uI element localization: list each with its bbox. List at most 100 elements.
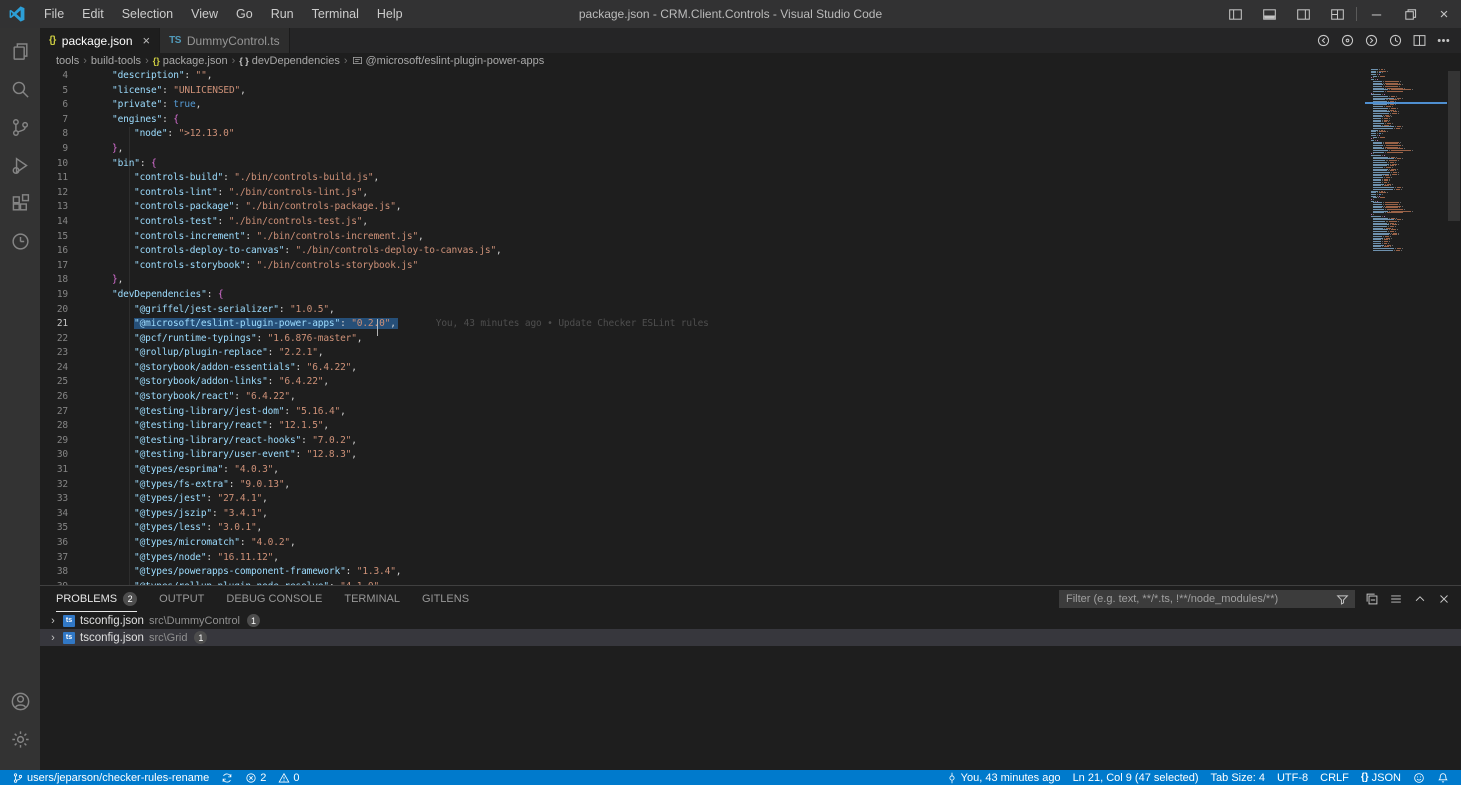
problem-row[interactable]: ›tstsconfig.jsonsrc\DummyControl1	[40, 612, 1461, 629]
close-panel-icon[interactable]	[1435, 590, 1453, 608]
code-line-6[interactable]: 6"private": true,	[40, 98, 1369, 113]
code-line-28[interactable]: 28"@testing-library/react": "12.1.5",	[40, 419, 1369, 434]
menu-terminal[interactable]: Terminal	[304, 4, 367, 24]
status-commit[interactable]: You, 43 minutes ago	[940, 770, 1067, 785]
breadcrumb-item[interactable]: build-tools	[91, 55, 141, 67]
tab-dummycontrol-ts[interactable]: TSDummyControl.ts	[160, 28, 289, 53]
problems-filter-input[interactable]	[1060, 593, 1336, 605]
code-line-16[interactable]: 16"controls-deploy-to-canvas": "./bin/co…	[40, 244, 1369, 259]
menu-go[interactable]: Go	[228, 4, 261, 24]
code-line-32[interactable]: 32"@types/fs-extra": "9.0.13",	[40, 478, 1369, 493]
code-line-34[interactable]: 34"@types/jszip": "3.4.1",	[40, 507, 1369, 522]
code-line-25[interactable]: 25"@storybook/addon-links": "6.4.22",	[40, 375, 1369, 390]
code-line-19[interactable]: 19"devDependencies": {	[40, 288, 1369, 303]
source-control-icon[interactable]	[0, 108, 40, 146]
panel-tab-gitlens[interactable]: GITLENS	[422, 586, 469, 612]
run-and-debug-icon[interactable]	[0, 146, 40, 184]
code-line-27[interactable]: 27"@testing-library/jest-dom": "5.16.4",	[40, 405, 1369, 420]
status-ln-21-col-9-47-selected-[interactable]: Ln 21, Col 9 (47 selected)	[1067, 770, 1205, 785]
code-line-18[interactable]: 18},	[40, 273, 1369, 288]
status-feedback[interactable]	[1407, 770, 1431, 785]
breadcrumb-item[interactable]: { }devDependencies	[239, 55, 340, 67]
search-icon[interactable]	[0, 70, 40, 108]
code-line-36[interactable]: 36"@types/micromatch": "4.0.2",	[40, 536, 1369, 551]
panel-tab-problems[interactable]: PROBLEMS2	[56, 586, 137, 612]
close-icon[interactable]: ×	[1427, 0, 1461, 28]
menu-file[interactable]: File	[36, 4, 72, 24]
breadcrumb-item[interactable]: @microsoft/eslint-plugin-power-apps	[352, 55, 545, 67]
minimize-icon[interactable]	[1359, 0, 1393, 28]
file-history-icon[interactable]	[1385, 31, 1405, 51]
code-line-15[interactable]: 15"controls-increment": "./bin/controls-…	[40, 230, 1369, 245]
code-line-20[interactable]: 20"@griffel/jest-serializer": "1.0.5",	[40, 303, 1369, 318]
collapse-all-icon[interactable]	[1363, 590, 1381, 608]
filter-icon[interactable]	[1336, 593, 1354, 606]
panel-tab-output[interactable]: OUTPUT	[159, 586, 204, 612]
view-menu-icon[interactable]	[1387, 590, 1405, 608]
code-line-8[interactable]: 8"node": ">12.13.0"	[40, 127, 1369, 142]
code-line-35[interactable]: 35"@types/less": "3.0.1",	[40, 521, 1369, 536]
restore-icon[interactable]	[1393, 0, 1427, 28]
extensions-icon[interactable]	[0, 184, 40, 222]
code-line-17[interactable]: 17"controls-storybook": "./bin/controls-…	[40, 259, 1369, 274]
tab-package-json[interactable]: {}package.json×	[40, 28, 160, 53]
toggle-primary-sidebar-icon[interactable]	[1218, 0, 1252, 28]
status-warning[interactable]: 0	[272, 770, 305, 785]
code-line-21[interactable]: 21"@microsoft/eslint-plugin-power-apps":…	[40, 317, 1369, 332]
accounts-icon[interactable]	[0, 682, 40, 720]
status-sync[interactable]	[215, 770, 239, 785]
code-line-13[interactable]: 13"controls-package": "./bin/controls-pa…	[40, 200, 1369, 215]
breadcrumb-item[interactable]: tools	[56, 55, 79, 67]
code-line-29[interactable]: 29"@testing-library/react-hooks": "7.0.2…	[40, 434, 1369, 449]
open-changes-icon[interactable]	[1337, 31, 1357, 51]
toggle-panel-icon[interactable]	[1252, 0, 1286, 28]
customize-layout-icon[interactable]	[1320, 0, 1354, 28]
code-line-9[interactable]: 9},	[40, 142, 1369, 157]
code-line-24[interactable]: 24"@storybook/addon-essentials": "6.4.22…	[40, 361, 1369, 376]
code-line-39[interactable]: 39"@types/rollup-plugin-node-resolve": "…	[40, 580, 1369, 585]
status-utf-8[interactable]: UTF-8	[1271, 770, 1314, 785]
code-line-10[interactable]: 10"bin": {	[40, 157, 1369, 172]
status-tab-size-4[interactable]: Tab Size: 4	[1205, 770, 1271, 785]
code-line-38[interactable]: 38"@types/powerapps-component-framework"…	[40, 565, 1369, 580]
code-line-11[interactable]: 11"controls-build": "./bin/controls-buil…	[40, 171, 1369, 186]
split-editor-icon[interactable]	[1409, 31, 1429, 51]
code-line-12[interactable]: 12"controls-lint": "./bin/controls-lint.…	[40, 186, 1369, 201]
code-line-26[interactable]: 26"@storybook/react": "6.4.22",	[40, 390, 1369, 405]
close-tab-icon[interactable]: ×	[143, 33, 151, 48]
menu-selection[interactable]: Selection	[114, 4, 181, 24]
problem-row[interactable]: ›tstsconfig.jsonsrc\Grid1	[40, 629, 1461, 646]
code-line-33[interactable]: 33"@types/jest": "27.4.1",	[40, 492, 1369, 507]
menu-edit[interactable]: Edit	[74, 4, 112, 24]
toggle-secondary-sidebar-icon[interactable]	[1286, 0, 1320, 28]
chevron-right-icon[interactable]: ›	[48, 615, 58, 627]
menu-run[interactable]: Run	[263, 4, 302, 24]
more-actions-icon[interactable]	[1433, 31, 1453, 51]
minimap[interactable]	[1369, 69, 1447, 585]
panel-tab-debug-console[interactable]: DEBUG CONSOLE	[226, 586, 322, 612]
code-line-30[interactable]: 30"@testing-library/user-event": "12.8.3…	[40, 448, 1369, 463]
menu-view[interactable]: View	[183, 4, 226, 24]
code-line-14[interactable]: 14"controls-test": "./bin/controls-test.…	[40, 215, 1369, 230]
settings-icon[interactable]	[0, 720, 40, 758]
code-line-7[interactable]: 7"engines": {	[40, 113, 1369, 128]
status-braces[interactable]: {}JSON	[1355, 770, 1407, 785]
chevron-right-icon[interactable]: ›	[48, 632, 58, 644]
panel-tab-terminal[interactable]: TERMINAL	[344, 586, 400, 612]
code-line-5[interactable]: 5"license": "UNLICENSED",	[40, 84, 1369, 99]
explorer-icon[interactable]	[0, 32, 40, 70]
status-bell[interactable]	[1431, 770, 1455, 785]
breadcrumb-item[interactable]: {}package.json	[153, 55, 228, 67]
code-line-37[interactable]: 37"@types/node": "16.11.12",	[40, 551, 1369, 566]
code-line-22[interactable]: 22"@pcf/runtime-typings": "1.6.876-maste…	[40, 332, 1369, 347]
code-line-4[interactable]: 4"description": "",	[40, 69, 1369, 84]
code-line-23[interactable]: 23"@rollup/plugin-replace": "2.2.1",	[40, 346, 1369, 361]
gitlens-icon[interactable]	[0, 222, 40, 260]
status-git-branch[interactable]: users/jeparson/checker-rules-rename	[6, 770, 215, 785]
scrollbar-thumb[interactable]	[1448, 71, 1460, 221]
navigate-next-change-icon[interactable]	[1361, 31, 1381, 51]
maximize-panel-icon[interactable]	[1411, 590, 1429, 608]
menu-help[interactable]: Help	[369, 4, 411, 24]
code-editor[interactable]: 4"description": "",5"license": "UNLICENS…	[40, 69, 1461, 585]
code-line-31[interactable]: 31"@types/esprima": "4.0.3",	[40, 463, 1369, 478]
